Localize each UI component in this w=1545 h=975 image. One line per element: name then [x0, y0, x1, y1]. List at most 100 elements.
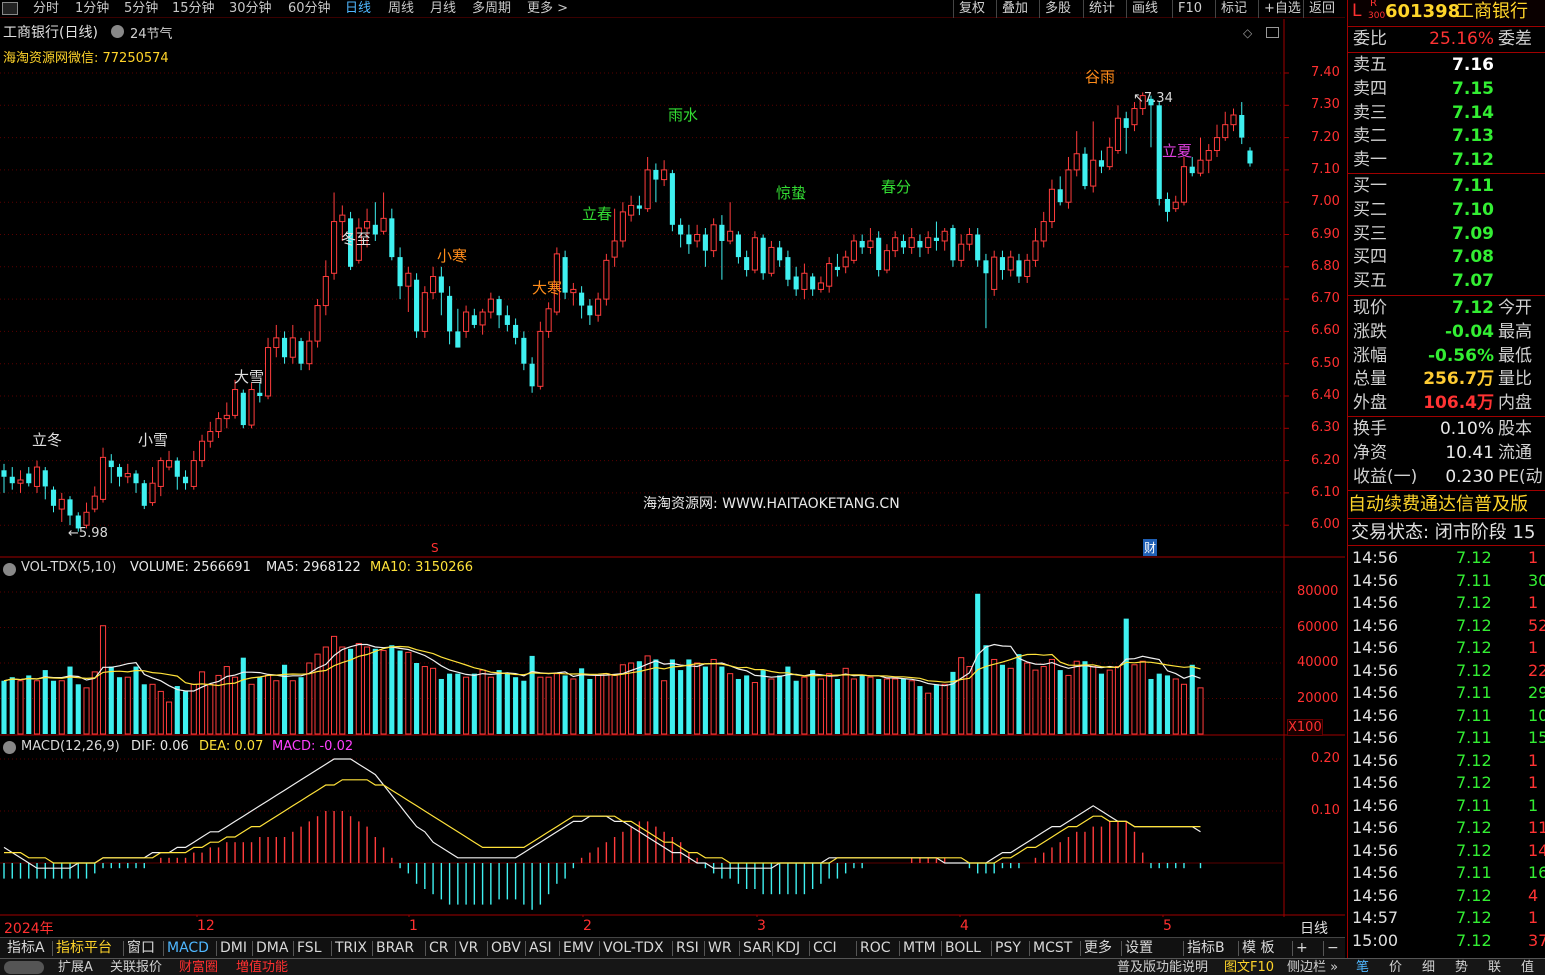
- toolbar-button-4[interactable]: 画线: [1126, 0, 1163, 18]
- bottom-right-link-0[interactable]: 普及版功能说明: [1117, 959, 1208, 975]
- indicator-tab-7[interactable]: TRIX: [333, 939, 369, 958]
- ask-row-2[interactable]: 卖三 7.14: [1348, 102, 1545, 125]
- indicator-tab-4[interactable]: DMI: [218, 939, 249, 958]
- period-tab-2[interactable]: 5分钟: [124, 0, 158, 18]
- indicator-tab-5[interactable]: DMA: [254, 939, 290, 958]
- indicator-tab-26[interactable]: 设置: [1123, 939, 1155, 958]
- indicator-tab-11[interactable]: OBV: [489, 939, 523, 958]
- overlay-toggle-icon[interactable]: [111, 25, 124, 38]
- toolbar-button-7[interactable]: +自选: [1258, 0, 1306, 18]
- tick-price: 7.11: [1456, 570, 1492, 590]
- indicator-tab-30[interactable]: −: [1325, 939, 1341, 958]
- signal-s-marker[interactable]: S: [431, 541, 439, 555]
- bid-row-3[interactable]: 买四 7.08: [1348, 246, 1545, 269]
- window-menu-icon[interactable]: [2, 2, 18, 15]
- indicator-tab-21[interactable]: MTM: [901, 939, 938, 958]
- indicator-tab-29[interactable]: +: [1294, 939, 1310, 958]
- indicator-tab-17[interactable]: SAR: [741, 939, 773, 958]
- indicator-tab-24[interactable]: MCST: [1031, 939, 1074, 958]
- period-tab-9[interactable]: 多周期: [472, 0, 511, 18]
- toolbar-button-5[interactable]: F10: [1172, 0, 1207, 18]
- volume-bar: [58, 680, 65, 735]
- indicator-tab-3[interactable]: MACD: [165, 939, 211, 958]
- indicator-tab-10[interactable]: VR: [457, 939, 480, 958]
- panel-tab-3[interactable]: 势: [1455, 959, 1468, 975]
- indicator-tab-15[interactable]: RSI: [674, 939, 701, 958]
- indicator-tab-18[interactable]: KDJ: [774, 939, 802, 958]
- toolbar-button-0[interactable]: 复权: [953, 0, 990, 18]
- indicator-tab-1[interactable]: 指标平台: [54, 939, 114, 958]
- toolbar-button-3[interactable]: 统计: [1083, 0, 1120, 18]
- price-tick-0: 7.40: [1311, 65, 1340, 80]
- toolbar-button-6[interactable]: 标记: [1215, 0, 1252, 18]
- candle-body: [133, 473, 139, 484]
- toolbar-button-8[interactable]: 返回: [1303, 0, 1340, 18]
- layout-icon[interactable]: [1266, 27, 1279, 38]
- indicator-tab-12[interactable]: ASI: [527, 939, 554, 958]
- period-tab-8[interactable]: 月线: [430, 0, 456, 18]
- bottom-right-link-2[interactable]: 侧边栏 »: [1287, 959, 1338, 975]
- period-tab-0[interactable]: 分时: [33, 0, 59, 18]
- indicator-tab-16[interactable]: WR: [706, 939, 734, 958]
- macd-toggle-icon[interactable]: [3, 741, 16, 754]
- promo-text[interactable]: 自动续费通达信普及版: [1348, 493, 1545, 516]
- indicator-tab-6[interactable]: FSL: [295, 939, 324, 958]
- indicator-tab-8[interactable]: BRAR: [374, 939, 416, 958]
- diamond-icon[interactable]: ◇: [1243, 26, 1252, 40]
- indicator-tab-9[interactable]: CR: [427, 939, 451, 958]
- toolbar-button-1[interactable]: 叠加: [996, 0, 1033, 18]
- ask-row-4[interactable]: 卖一 7.12: [1348, 149, 1545, 172]
- bottom-link-1[interactable]: 关联报价: [110, 959, 162, 975]
- volume-bar: [611, 674, 618, 735]
- indicator-tab-13[interactable]: EMV: [561, 939, 596, 958]
- indicator-tab-27[interactable]: 指标B: [1185, 939, 1227, 958]
- bottom-right-link-1[interactable]: 图文F10: [1224, 959, 1274, 975]
- bid-row-1[interactable]: 买二 7.10: [1348, 199, 1545, 222]
- panel-tab-5[interactable]: 值: [1521, 959, 1534, 975]
- indicator-tab-28[interactable]: 模 板: [1240, 939, 1276, 958]
- indicator-tab-0[interactable]: 指标A: [5, 939, 47, 958]
- bid-label: 买二: [1353, 199, 1387, 220]
- bid-row-4[interactable]: 买五 7.07: [1348, 270, 1545, 293]
- indicator-tab-22[interactable]: BOLL: [943, 939, 983, 958]
- bottom-link-0[interactable]: 扩展A: [58, 959, 93, 975]
- tick-time: 14:56: [1352, 840, 1399, 860]
- finance-marker[interactable]: 财: [1143, 539, 1158, 556]
- period-tab-1[interactable]: 1分钟: [75, 0, 109, 18]
- tab-separator: [1080, 941, 1081, 956]
- watermark-center: 海淘资源网: WWW.HAITAOKETANG.CN: [643, 496, 900, 512]
- candle-body: [190, 460, 197, 487]
- indicator-tab-19[interactable]: CCI: [811, 939, 839, 958]
- indicator-tab-2[interactable]: 窗口: [125, 939, 157, 958]
- bid-row-2[interactable]: 买三 7.09: [1348, 223, 1545, 246]
- price-tick-5: 6.90: [1311, 226, 1340, 242]
- bottom-link-3[interactable]: 増值功能: [236, 959, 288, 975]
- bid-row-0[interactable]: 买一 7.11: [1348, 175, 1545, 198]
- period-tab-6[interactable]: 日线: [345, 0, 371, 18]
- ask-row-0[interactable]: 卖五 7.16: [1348, 54, 1545, 77]
- toggle-switch-icon[interactable]: [4, 961, 44, 974]
- flag-l[interactable]: L: [1352, 0, 1361, 23]
- toolbar-button-2[interactable]: 多股: [1039, 0, 1076, 18]
- panel-tab-4[interactable]: 联: [1488, 959, 1501, 975]
- bid-label: 买一: [1353, 176, 1387, 196]
- indicator-tab-20[interactable]: ROC: [858, 939, 893, 958]
- panel-tab-1[interactable]: 价: [1389, 959, 1402, 975]
- period-tab-5[interactable]: 60分钟: [288, 0, 331, 18]
- period-tab-3[interactable]: 15分钟: [172, 0, 215, 18]
- ask-row-1[interactable]: 卖四 7.15: [1348, 78, 1545, 101]
- indicator-tab-14[interactable]: VOL-TDX: [601, 939, 666, 958]
- panel-tab-0[interactable]: 笔: [1356, 959, 1369, 975]
- ask-row-3[interactable]: 卖二 7.13: [1348, 125, 1545, 148]
- bid-price: 7.09: [1452, 223, 1494, 244]
- volume-toggle-icon[interactable]: [3, 563, 16, 576]
- bottom-link-2[interactable]: 财富圈: [179, 959, 218, 975]
- indicator-tab-25[interactable]: 更多: [1082, 939, 1114, 958]
- panel-tab-2[interactable]: 细: [1422, 959, 1435, 975]
- period-tab-7[interactable]: 周线: [388, 0, 414, 18]
- period-tab-10[interactable]: 更多 >: [527, 0, 568, 18]
- chart-area[interactable]: 工商银行(日线) 24节气 海淘资源网微信: 77250574 海淘资源网: W…: [0, 19, 1345, 937]
- period-tab-4[interactable]: 30分钟: [229, 0, 272, 18]
- indicator-tab-23[interactable]: PSY: [993, 939, 1023, 958]
- candle-body: [380, 217, 387, 232]
